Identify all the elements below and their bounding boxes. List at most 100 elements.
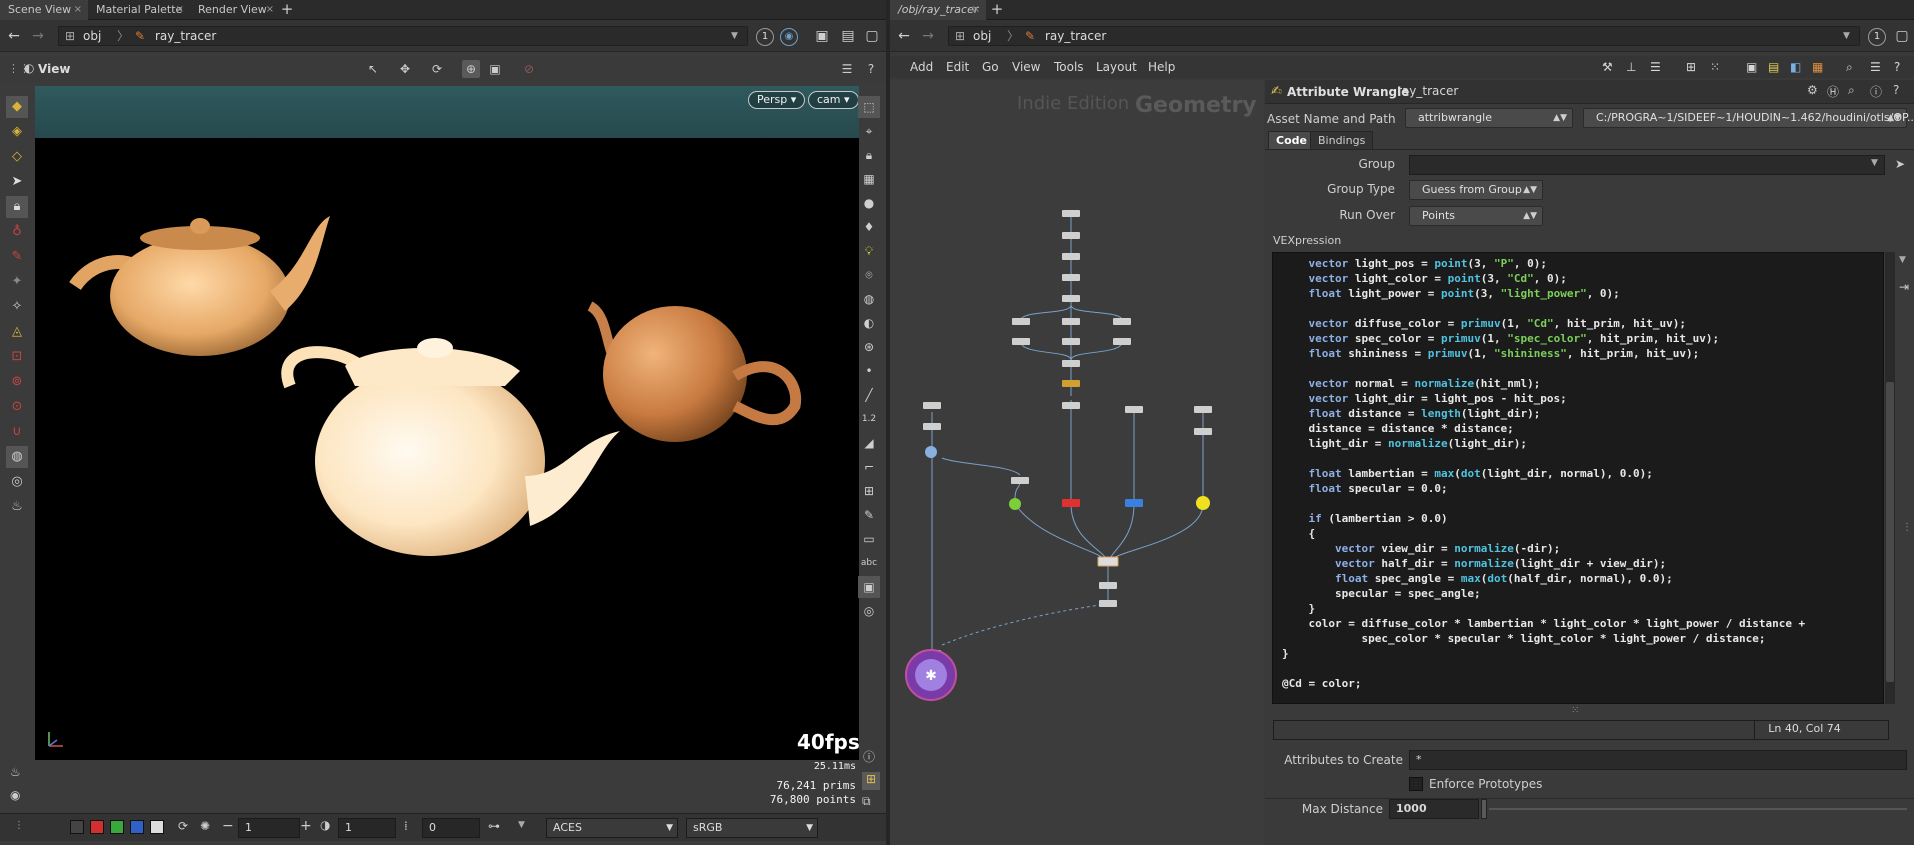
tab-bindings[interactable]: Bindings <box>1310 131 1374 149</box>
close-icon[interactable]: × <box>176 0 184 20</box>
menu-add[interactable]: Add <box>910 56 933 78</box>
chevron-down-icon[interactable]: ▼ <box>1899 255 1906 265</box>
chevron-down-icon[interactable]: ▼ <box>1843 27 1850 45</box>
exposure-icon[interactable]: ⁞ <box>404 819 408 833</box>
close-icon[interactable]: × <box>266 0 274 20</box>
offset-field[interactable]: 0 <box>422 818 480 838</box>
flipbook-icon[interactable]: ◉ <box>10 788 20 802</box>
background-icon[interactable]: ▣ <box>858 576 880 598</box>
link-icon[interactable]: ◉ <box>780 28 798 46</box>
lock-icon[interactable]: 🔒︎ <box>6 196 28 218</box>
grid-dots-icon[interactable]: ⁙ <box>1710 56 1720 78</box>
lasso-icon[interactable]: ◢ <box>858 432 880 454</box>
3d-viewport[interactable]: Persp ▾ cam ▾ <box>35 86 859 760</box>
corner-icon[interactable]: ⌐ <box>858 456 880 478</box>
scroll-thumb[interactable] <box>1886 382 1894 682</box>
note-icon[interactable]: ▤ <box>1768 56 1779 78</box>
box-icon[interactable]: ▣ <box>814 28 830 44</box>
search-icon[interactable]: ⌕ <box>1848 83 1855 98</box>
tree-icon[interactable]: ⊥ <box>1626 56 1636 78</box>
palette-icon[interactable]: ◧ <box>1790 56 1801 78</box>
split-icon[interactable]: ▤ <box>840 28 856 44</box>
camera-icon[interactable]: ▣ <box>486 60 504 78</box>
select-mode-icon[interactable]: ◆ <box>6 96 28 118</box>
green-channel-button[interactable] <box>110 820 124 834</box>
slider-handle[interactable] <box>1481 799 1487 819</box>
red-channel-button[interactable] <box>90 820 104 834</box>
run-over-menu[interactable]: Points ▲▼ <box>1409 206 1543 226</box>
maximize-icon[interactable]: ▢ <box>864 28 880 44</box>
snap-curve-icon[interactable]: ⊚ <box>6 371 28 393</box>
points-mode-icon[interactable]: ◈ <box>6 121 28 143</box>
maximize-icon[interactable]: ▢ <box>1894 28 1910 44</box>
lut-icon[interactable]: ⊶ <box>488 819 500 833</box>
vex-code-editor[interactable]: vector light_pos = point(3, "P", 0); vec… <box>1272 252 1884 704</box>
needle-icon[interactable]: ╱ <box>858 384 880 406</box>
crumb-node[interactable]: ray_tracer <box>1045 27 1106 45</box>
resize-handle-icon[interactable]: ⋮ <box>1902 522 1912 533</box>
chevron-down-icon[interactable]: ▼ <box>518 820 525 830</box>
color-swatch-rgb[interactable] <box>70 820 84 834</box>
close-icon[interactable]: × <box>74 0 82 20</box>
sphere-icon[interactable]: ● <box>858 192 880 214</box>
tab-material-palette[interactable]: Material Palette × <box>88 0 190 20</box>
handle-icon[interactable]: ✦ <box>6 271 28 293</box>
enforce-prototypes-checkbox[interactable] <box>1409 777 1423 791</box>
normal-icon[interactable]: ⊛ <box>858 336 880 358</box>
grid-snap-icon[interactable]: ⊞ <box>858 480 880 502</box>
magnet-icon[interactable]: ♁ <box>6 221 28 243</box>
menu-view[interactable]: View <box>1012 56 1040 78</box>
frame-field-a[interactable]: 1 <box>238 818 300 838</box>
persp-cube-icon[interactable]: ⬚ <box>858 96 880 118</box>
ghost-icon[interactable]: ◎ <box>858 600 880 622</box>
asset-name-menu[interactable]: attribwrangle ▲▼ <box>1405 108 1573 128</box>
eye-icon[interactable]: ◐ <box>24 61 34 75</box>
breadcrumb[interactable]: ⊞ obj 〉 ✎ ray_tracer ▼ <box>948 26 1860 46</box>
wireframe-icon[interactable]: ▦ <box>858 168 880 190</box>
pointer-icon[interactable]: ➤ <box>6 171 28 193</box>
layout-grid-icon[interactable]: ⊞ <box>862 772 880 790</box>
crumb-node[interactable]: ray_tracer <box>155 27 216 45</box>
help-icon[interactable]: ? <box>862 60 880 78</box>
link-icon[interactable]: ⟳ <box>178 819 188 833</box>
pin-number[interactable]: 1 <box>1868 28 1886 46</box>
screenshot-icon[interactable]: ⧉ <box>862 794 871 809</box>
ruler-icon[interactable]: ◬ <box>6 321 28 343</box>
group-field[interactable] <box>1409 155 1885 175</box>
blue-channel-button[interactable] <box>130 820 144 834</box>
shading-icon[interactable]: ◎ <box>6 471 28 493</box>
dot-icon[interactable]: • <box>858 360 880 382</box>
snap-magnet-icon[interactable]: ∪ <box>6 421 28 443</box>
rotate-tool-icon[interactable]: ⟳ <box>428 60 446 78</box>
list-icon[interactable]: ☰ <box>1650 56 1661 78</box>
help-icon[interactable]: ? <box>1893 83 1899 97</box>
image-icon[interactable]: ▣ <box>1746 56 1757 78</box>
close-icon[interactable]: × <box>972 0 980 20</box>
wrench-icon[interactable]: ⚒ <box>1602 56 1613 78</box>
cam-view-icon[interactable]: ⌾ <box>858 264 880 286</box>
attributes-field[interactable]: * <box>1409 750 1907 770</box>
forward-arrow-icon[interactable]: → <box>30 28 46 44</box>
edit-icon[interactable]: ✎ <box>858 504 880 526</box>
tab-render-view[interactable]: Render View × <box>190 0 280 20</box>
settings-icon[interactable]: ☰ <box>1870 56 1881 78</box>
forward-arrow-icon[interactable]: → <box>920 28 936 44</box>
expand-icon[interactable]: ⇥ <box>1899 280 1909 294</box>
edges-mode-icon[interactable]: ◇ <box>6 146 28 168</box>
snap-icon[interactable]: ⊕ <box>462 60 480 78</box>
number-icon[interactable]: 1.2 <box>858 408 880 430</box>
text-icon[interactable]: abc <box>858 552 880 574</box>
network-editor[interactable]: Indie Edition Geometry ✱ <box>890 80 1264 845</box>
slider-track[interactable] <box>1489 808 1907 810</box>
tab-code[interactable]: Code <box>1268 131 1315 149</box>
menu-help[interactable]: Help <box>1148 56 1175 78</box>
back-arrow-icon[interactable]: ← <box>896 28 912 44</box>
teapot-icon[interactable]: ♨ <box>6 496 28 518</box>
menu-edit[interactable]: Edit <box>946 56 969 78</box>
frame-field-b[interactable]: 1 <box>338 818 396 838</box>
menu-tools[interactable]: Tools <box>1054 56 1084 78</box>
add-tab-icon[interactable]: + <box>988 0 1006 20</box>
chevron-down-icon[interactable]: ▼ <box>731 27 738 45</box>
display-icon[interactable]: ◍ <box>6 446 28 468</box>
breadcrumb[interactable]: ⊞ obj 〉 ✎ ray_tracer ▼ <box>58 26 748 46</box>
